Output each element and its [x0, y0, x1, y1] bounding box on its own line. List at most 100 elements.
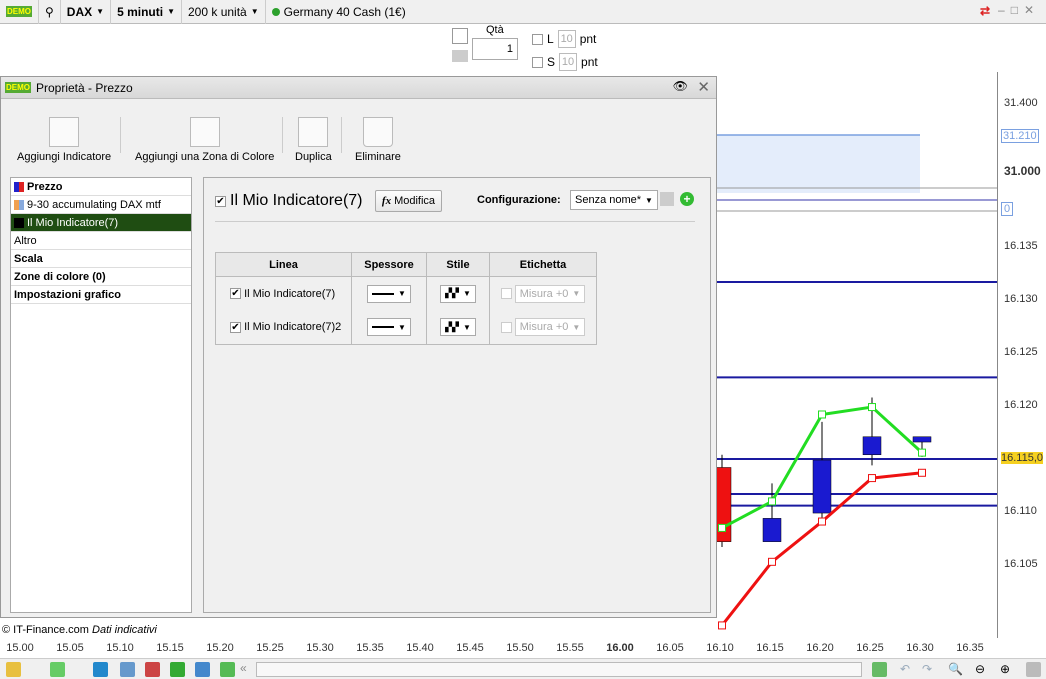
label-checkbox[interactable]	[500, 288, 512, 300]
tree-item-mio-indicatore[interactable]: Il Mio Indicatore(7)	[11, 214, 191, 232]
keyboard-icon[interactable]	[452, 50, 468, 62]
timeframe-dropdown[interactable]: 5 minuti ▼	[111, 0, 182, 24]
close-icon[interactable]: ✕	[697, 78, 710, 96]
data-note: Dati indicativi	[92, 624, 157, 636]
indicator-point	[918, 468, 926, 477]
duplicate-icon	[298, 117, 329, 147]
instrument-label: DAX	[66, 4, 93, 19]
indicator-icon[interactable]	[50, 662, 65, 677]
qty-input[interactable]: 1	[472, 38, 518, 60]
divider	[341, 117, 342, 153]
window-icon[interactable]	[195, 662, 210, 677]
indicator-point	[718, 621, 726, 630]
orders-icon[interactable]	[170, 662, 185, 677]
time-tick: 15.55	[556, 642, 584, 654]
time-axis: 15.00 15.05 15.10 15.15 15.20 15.25 15.30 15.35…	[0, 638, 1046, 658]
price-chart[interactable]	[717, 72, 997, 638]
collapse-icon[interactable]: «	[240, 661, 247, 675]
delete-button[interactable]: Eliminare	[355, 117, 401, 163]
table-row: Il Mio Indicatore(7)2 ▼ ▞▞▼ Misura +0▼	[215, 310, 597, 345]
zoom-in-icon[interactable]: ⊕	[1000, 662, 1015, 677]
candle-body	[812, 459, 832, 514]
demo-logo: DEMO	[5, 82, 31, 93]
share-icon[interactable]	[93, 662, 108, 677]
autoscroll-icon[interactable]	[872, 662, 887, 677]
price-axis: 31.400 31.210 31.000 0 16.135 16.130 16.12…	[997, 72, 1046, 638]
dialog-title-bar: DEMO Proprietà - Prezzo 👁 ✕	[1, 77, 716, 99]
style-dropdown[interactable]: ▞▞ ▼	[440, 318, 476, 337]
long-checkbox[interactable]	[532, 33, 543, 45]
wrench-icon[interactable]	[452, 28, 468, 44]
tree-item-impostazioni[interactable]: Impostazioni grafico	[11, 286, 191, 304]
price-tick: 16.125	[1004, 346, 1038, 358]
price-tick: 16.110	[1004, 505, 1037, 517]
line-checkbox[interactable]	[230, 321, 241, 333]
long-points-input[interactable]: 10	[557, 30, 576, 48]
zoom-out-icon[interactable]: ⊖	[975, 662, 990, 677]
settings-icon[interactable]	[1026, 662, 1041, 677]
indicator-point	[868, 403, 876, 412]
tree-item-prezzo[interactable]: Prezzo	[11, 178, 191, 196]
eye-icon[interactable]: 👁	[673, 79, 688, 93]
link-icon[interactable]: ⚲	[39, 0, 61, 24]
modify-label: Modifica	[394, 195, 436, 207]
window-controls[interactable]: –□✕	[998, 3, 1040, 17]
indicator-point	[718, 523, 726, 532]
short-points-input[interactable]: 10	[559, 53, 578, 71]
indicator-panel: Il Mio Indicatore(7) fxModifica Configur…	[203, 177, 711, 613]
top-toolbar: DEMO ⚲ DAX ▼ 5 minuti ▼ 200 k unità ▼ Germa…	[0, 0, 1046, 24]
tree-label: Zone di colore (0)	[14, 270, 106, 283]
config-value: Senza nome*	[575, 194, 642, 206]
add-indicator-button[interactable]: Aggiungi Indicatore	[17, 117, 111, 163]
units-dropdown[interactable]: 200 k unità ▼	[182, 0, 266, 24]
sync-icon[interactable]: ⇄	[980, 4, 990, 18]
add-color-zone-button[interactable]: Aggiungi una Zona di Colore	[135, 117, 274, 163]
tree-label: 9-30 accumulating DAX mtf	[27, 198, 161, 211]
label-dropdown[interactable]: Misura +0 ▼	[514, 318, 586, 337]
indicator-point	[818, 517, 826, 526]
time-tick: 15.10	[106, 642, 134, 654]
instrument-dropdown[interactable]: DAX ▼	[61, 0, 112, 24]
thickness-dropdown[interactable]: ▼	[367, 318, 411, 337]
secondary-label: 0	[1001, 202, 1014, 216]
color-swatch	[14, 217, 24, 228]
upper-tick: 31.000	[1004, 164, 1041, 178]
tree-item-altro[interactable]: Altro	[11, 232, 191, 250]
thickness-dropdown[interactable]: ▼	[367, 284, 411, 303]
time-tick: 15.45	[456, 642, 484, 654]
config-dropdown[interactable]: Senza nome* ▼	[570, 190, 658, 210]
report-icon[interactable]	[145, 662, 160, 677]
modify-button[interactable]: fx Modifica	[375, 190, 442, 212]
draw-icon[interactable]	[6, 662, 21, 677]
line-checkbox[interactable]	[230, 288, 241, 300]
label-dropdown[interactable]: Misura +0 ▼	[514, 284, 586, 303]
time-tick: 16.00	[606, 642, 634, 654]
short-checkbox[interactable]	[532, 56, 543, 68]
duplicate-button[interactable]: Duplica	[295, 117, 332, 163]
tool-label: Aggiungi Indicatore	[17, 151, 112, 163]
time-tick: 16.10	[706, 642, 734, 654]
tree-item-zone-colore[interactable]: Zone di colore (0)	[11, 268, 191, 286]
demo-logo: DEMO	[0, 0, 39, 24]
time-tick: 16.15	[756, 642, 784, 654]
save-icon[interactable]	[660, 192, 674, 206]
tree-item-scala[interactable]: Scala	[11, 250, 191, 268]
order-bar: Qtà 1 L 10 pnt S 10 pnt	[0, 24, 1046, 72]
comment-icon[interactable]	[120, 662, 135, 677]
long-pnt-label: pnt	[579, 32, 597, 46]
indicator-point	[868, 474, 876, 483]
label-checkbox[interactable]	[500, 321, 512, 333]
backtest-icon[interactable]	[220, 662, 235, 677]
time-tick: 16.05	[656, 642, 684, 654]
undo-icon[interactable]: ↶	[900, 662, 915, 677]
tree-item-accumulating[interactable]: 9-30 accumulating DAX mtf	[11, 196, 191, 214]
redo-icon[interactable]: ↷	[922, 662, 937, 677]
line-name: Il Mio Indicatore(7)	[244, 287, 336, 300]
line-name: Il Mio Indicatore(7)2	[244, 321, 342, 334]
indicator-visible-checkbox[interactable]	[215, 195, 226, 207]
add-icon[interactable]: +	[680, 192, 694, 206]
zoom-fit-icon[interactable]: 🔍	[948, 662, 963, 677]
tree-label: Scala	[14, 252, 43, 265]
style-dropdown[interactable]: ▞▞ ▼	[440, 284, 476, 303]
horizontal-scrollbar[interactable]	[256, 662, 862, 677]
